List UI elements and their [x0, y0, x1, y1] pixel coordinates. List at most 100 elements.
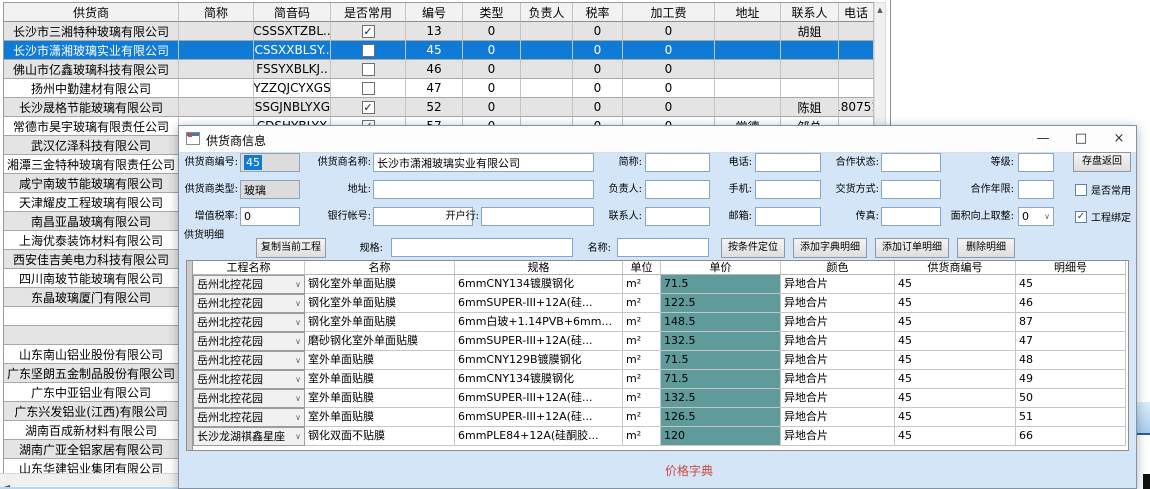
spec-filter-input[interactable] — [391, 238, 573, 257]
grid-column-header-6[interactable]: 颜色 — [781, 261, 895, 275]
detail-cell[interactable]: 71.5 — [661, 351, 781, 370]
detail-cell[interactable]: 126.5 — [661, 408, 781, 427]
column-header-6[interactable]: 类型 — [463, 3, 521, 22]
column-header-11[interactable]: 联系人 — [781, 3, 839, 22]
detail-cell[interactable]: 异地合片 — [781, 427, 895, 446]
area-round-up-combo[interactable]: 0 ∨ — [1018, 207, 1054, 226]
email-input[interactable] — [755, 207, 821, 226]
chevron-down-icon[interactable]: ∨ — [295, 409, 301, 427]
column-header-1[interactable]: 供货商 — [4, 3, 179, 22]
detail-cell[interactable]: 48 — [1016, 351, 1126, 370]
copy-current-project-button[interactable]: 复制当前工程 — [256, 238, 326, 258]
grade-input[interactable] — [1018, 153, 1054, 172]
chevron-down-icon[interactable]: ∨ — [295, 276, 301, 294]
project-combo[interactable]: 岳州北控花园∨ — [193, 332, 305, 351]
column-header-2[interactable]: 简称 — [179, 3, 254, 22]
grid-column-header-5[interactable]: 单价 — [661, 261, 781, 275]
common-checkbox[interactable]: ✓ — [362, 25, 375, 38]
scroll-up-icon[interactable]: ▲ — [875, 3, 885, 14]
detail-cell[interactable]: 45 — [1016, 275, 1126, 294]
detail-cell[interactable]: 45 — [895, 370, 1016, 389]
supplier-name-input[interactable] — [373, 153, 594, 172]
detail-cell[interactable]: 122.5 — [661, 294, 781, 313]
fax-input[interactable] — [881, 207, 941, 226]
grid-column-header-4[interactable]: 单位 — [623, 261, 661, 275]
address-input[interactable] — [373, 180, 594, 199]
detail-cell[interactable]: 钢化室外单面贴膜 — [305, 313, 455, 332]
detail-cell[interactable]: m² — [623, 332, 661, 351]
column-header-4[interactable]: 是否常用 — [331, 3, 406, 22]
column-header-10[interactable]: 地址 — [715, 3, 781, 22]
add-order-detail-button[interactable]: 添加订单明细 — [875, 238, 949, 258]
project-combo[interactable]: 长沙龙湖祺鑫星座∨ — [193, 427, 305, 446]
partial-button[interactable] — [1137, 402, 1150, 435]
detail-cell[interactable]: m² — [623, 427, 661, 446]
detail-cell[interactable]: 51 — [1016, 408, 1126, 427]
mobile-input[interactable] — [755, 180, 821, 199]
project-combo[interactable]: 岳州北控花园∨ — [193, 313, 305, 332]
detail-cell[interactable]: 50 — [1016, 389, 1126, 408]
chevron-down-icon[interactable]: ∨ — [1044, 212, 1050, 221]
project-combo[interactable]: 岳州北控花园∨ — [193, 370, 305, 389]
checkbox-box[interactable]: ✓ — [1075, 211, 1087, 223]
save-return-button[interactable]: 存盘返回 — [1073, 152, 1131, 172]
detail-cell[interactable]: 45 — [895, 294, 1016, 313]
dialog-titlebar[interactable]: 供货商信息 — □ × — [179, 126, 1136, 153]
column-header-7[interactable]: 负责人 — [521, 3, 573, 22]
is-common-checkbox[interactable]: 是否常用 — [1075, 180, 1131, 199]
detail-cell[interactable]: m² — [623, 294, 661, 313]
coop-years-input[interactable] — [1018, 180, 1054, 199]
detail-cell[interactable]: 室外单面贴膜 — [305, 408, 455, 427]
detail-cell[interactable]: 6mmPLE84+12A(硅酮胶... — [455, 427, 623, 446]
detail-cell[interactable]: 异地合片 — [781, 408, 895, 427]
column-header-3[interactable]: 简音码 — [254, 3, 331, 22]
column-header-5[interactable]: 编号 — [406, 3, 463, 22]
common-checkbox[interactable]: ✓ — [362, 101, 375, 114]
maximize-button[interactable]: □ — [1066, 126, 1096, 151]
detail-cell[interactable]: 148.5 — [661, 313, 781, 332]
detail-cell[interactable]: 异地合片 — [781, 389, 895, 408]
detail-cell[interactable]: 71.5 — [661, 275, 781, 294]
chevron-down-icon[interactable]: ∨ — [295, 314, 301, 332]
column-header-9[interactable]: 加工费 — [623, 3, 715, 22]
common-checkbox[interactable] — [362, 63, 375, 76]
checkbox-box[interactable] — [1075, 184, 1087, 196]
detail-cell[interactable]: m² — [623, 275, 661, 294]
locate-by-condition-button[interactable]: 按条件定位 — [721, 238, 785, 258]
grid-column-header-2[interactable]: 名称 — [305, 261, 455, 275]
detail-cell[interactable]: 6mmSUPER-III+12A(硅... — [455, 294, 623, 313]
detail-cell[interactable]: m² — [623, 351, 661, 370]
chevron-down-icon[interactable]: ∨ — [295, 295, 301, 313]
supplier-type-input[interactable] — [240, 180, 300, 199]
project-combo[interactable]: 岳州北控花园∨ — [193, 275, 305, 294]
detail-cell[interactable]: 6mm白玻+1.14PVB+6mm... — [455, 313, 623, 332]
grid-column-header-7[interactable]: 供货商编号 — [895, 261, 1016, 275]
detail-cell[interactable]: 132.5 — [661, 332, 781, 351]
detail-cell[interactable]: m² — [623, 408, 661, 427]
detail-cell[interactable]: 磨砂钢化室外单面贴膜 — [305, 332, 455, 351]
project-combo[interactable]: 岳州北控花园∨ — [193, 408, 305, 427]
detail-cell[interactable]: 钢化双面不贴膜 — [305, 427, 455, 446]
detail-cell[interactable]: 室外单面贴膜 — [305, 370, 455, 389]
detail-cell[interactable]: 120 — [661, 427, 781, 446]
detail-cell[interactable]: m² — [623, 389, 661, 408]
delivery-method-input[interactable] — [881, 180, 941, 199]
abbr-input[interactable] — [645, 153, 710, 172]
detail-cell[interactable]: 49 — [1016, 370, 1126, 389]
chevron-down-icon[interactable]: ∨ — [295, 428, 301, 446]
detail-cell[interactable]: 45 — [895, 427, 1016, 446]
project-combo[interactable]: 岳州北控花园∨ — [193, 351, 305, 370]
detail-cell[interactable]: 6mmCNY134镀膜钢化 — [455, 275, 623, 294]
detail-cell[interactable]: 45 — [895, 351, 1016, 370]
detail-cell[interactable]: 异地合片 — [781, 351, 895, 370]
detail-cell[interactable]: 室外单面贴膜 — [305, 351, 455, 370]
detail-cell[interactable]: 6mmSUPER-III+12A(硅... — [455, 332, 623, 351]
supplier-row[interactable]: 长沙晟格节能玻璃有限公司CSSGJNBLYXGS✓52000陈姐180751 — [4, 98, 874, 117]
phone-input[interactable] — [755, 153, 821, 172]
detail-cell[interactable]: 47 — [1016, 332, 1126, 351]
detail-cell[interactable]: m² — [623, 370, 661, 389]
detail-cell[interactable]: 45 — [895, 275, 1016, 294]
detail-cell[interactable]: 6mmCNY129B镀膜钢化 — [455, 351, 623, 370]
detail-cell[interactable]: 6mmSUPER-III+12A(硅... — [455, 408, 623, 427]
project-combo[interactable]: 岳州北控花园∨ — [193, 294, 305, 313]
